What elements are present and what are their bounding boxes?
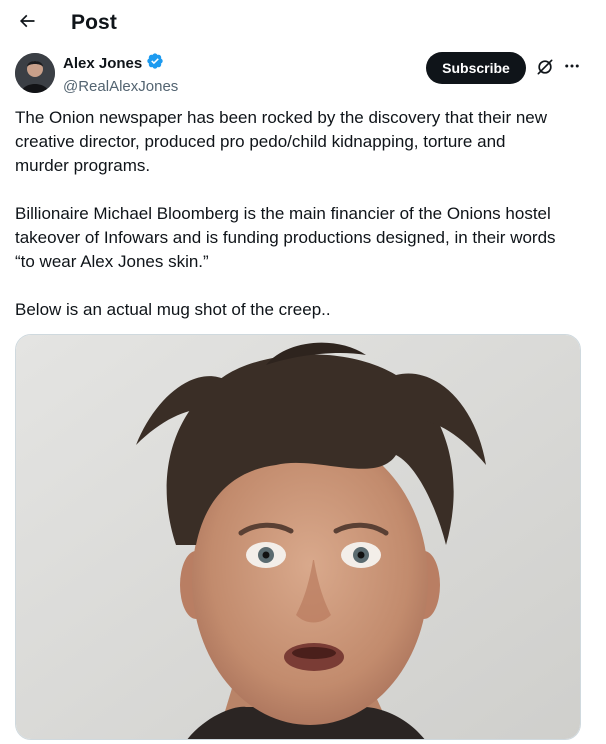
tweet-paragraph: Billionaire Michael Bloomberg is the mai… (15, 204, 556, 271)
more-button[interactable] (560, 56, 584, 80)
post-header: Post (0, 0, 606, 48)
mugshot-photo (16, 335, 580, 739)
author-name-block[interactable]: Alex Jones @RealAlexJones (63, 52, 178, 95)
author-handle[interactable]: @RealAlexJones (63, 78, 178, 95)
author-row: Alex Jones @RealAlexJones Subscribe (0, 48, 606, 98)
post-page: Post Alex Jones @RealAlexJones Subscribe… (0, 0, 606, 744)
more-dots-icon (563, 57, 581, 80)
subscribe-button[interactable]: Subscribe (426, 52, 526, 84)
arrow-left-icon (17, 11, 37, 36)
grok-button[interactable] (534, 58, 556, 80)
page-title: Post (71, 11, 117, 34)
verified-badge-icon (146, 52, 164, 75)
avatar[interactable] (15, 53, 55, 93)
back-button[interactable] (10, 6, 44, 40)
author-display-name[interactable]: Alex Jones (63, 55, 142, 72)
tweet-paragraph: The Onion newspaper has been rocked by t… (15, 108, 548, 175)
tweet-paragraph: Below is an actual mug shot of the creep… (15, 300, 331, 319)
grok-icon (535, 57, 555, 82)
tweet-media[interactable] (15, 334, 581, 740)
tweet-text: The Onion newspaper has been rocked by t… (15, 106, 587, 322)
